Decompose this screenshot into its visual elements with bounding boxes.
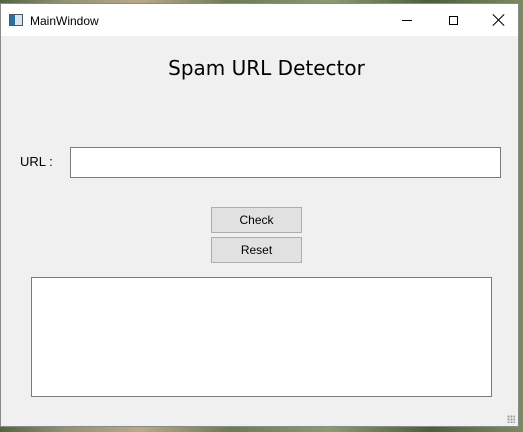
window-title: MainWindow (30, 14, 99, 28)
size-grip-icon[interactable] (507, 415, 515, 423)
maximize-button[interactable] (430, 4, 476, 36)
check-button[interactable]: Check (211, 207, 302, 233)
page-title: Spam URL Detector (168, 56, 365, 80)
minimize-icon (402, 19, 412, 21)
central-widget: Spam URL Detector URL : Check Reset (1, 36, 518, 426)
reset-button[interactable]: Reset (211, 237, 302, 263)
maximize-icon (448, 15, 458, 25)
close-icon (493, 14, 505, 26)
url-label: URL : (20, 154, 53, 169)
minimize-button[interactable] (384, 4, 430, 36)
url-input[interactable] (70, 147, 501, 178)
main-window: MainWindow Spam URL Detector URL : Check… (0, 3, 519, 427)
result-text-area[interactable] (31, 277, 492, 397)
app-window-icon (9, 14, 23, 26)
close-button[interactable] (476, 4, 522, 36)
title-bar[interactable]: MainWindow (1, 4, 518, 36)
